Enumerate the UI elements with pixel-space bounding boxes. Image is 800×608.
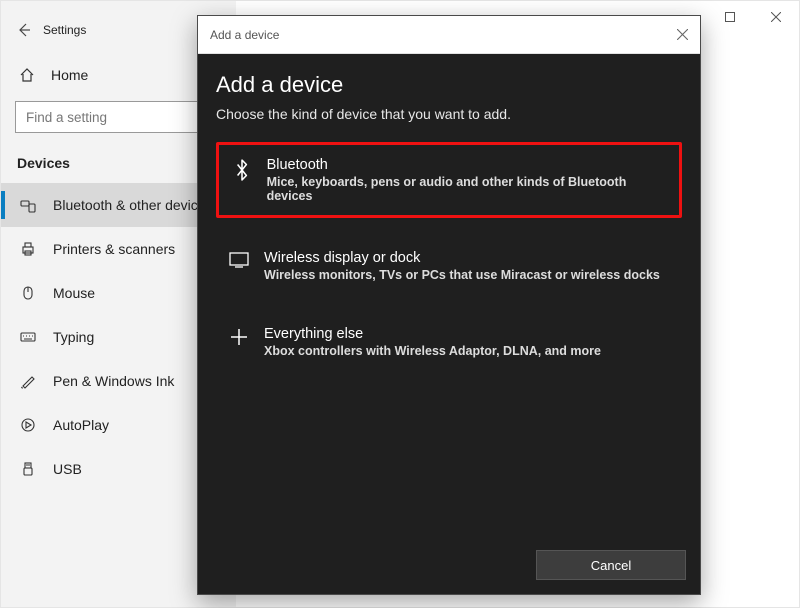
modal-heading: Add a device [216,72,682,98]
close-button[interactable] [753,1,799,33]
search-input[interactable] [15,101,222,133]
option-desc: Wireless monitors, TVs or PCs that use M… [264,268,660,282]
option-title: Wireless display or dock [264,250,660,266]
keyboard-icon [17,329,39,345]
sidebar-item-label: Typing [53,329,94,345]
option-everything-else[interactable]: Everything else Xbox controllers with Wi… [216,314,682,370]
usb-icon [17,461,39,477]
printer-icon [17,241,39,257]
pen-icon [17,373,39,389]
sidebar-item-label: Printers & scanners [53,241,175,257]
back-button[interactable] [11,17,37,43]
modal-subtitle: Choose the kind of device that you want … [216,106,682,122]
add-device-modal: Add a device Add a device Choose the kin… [197,15,701,595]
mouse-icon [17,285,39,301]
option-desc: Mice, keyboards, pens or audio and other… [267,175,669,203]
cancel-button[interactable]: Cancel [536,550,686,580]
option-desc: Xbox controllers with Wireless Adaptor, … [264,344,601,358]
option-wireless-display[interactable]: Wireless display or dock Wireless monito… [216,238,682,294]
sidebar-item-label: Bluetooth & other devices [53,197,213,213]
sidebar-item-label: AutoPlay [53,417,109,433]
maximize-button[interactable] [707,1,753,33]
modal-titlebar-text: Add a device [210,28,279,42]
bluetooth-icon [229,157,255,181]
sidebar-item-label: USB [53,461,82,477]
modal-body: Add a device Choose the kind of device t… [198,54,700,370]
option-title: Everything else [264,326,601,342]
autoplay-icon [17,417,39,433]
modal-footer: Cancel [198,536,700,594]
home-label: Home [51,67,88,83]
modal-close-button[interactable] [670,23,694,47]
settings-window: Settings Home Devices Bluetooth & oth [0,0,800,608]
bluetooth-devices-icon [17,197,39,213]
sidebar-item-label: Pen & Windows Ink [53,373,174,389]
window-title: Settings [43,23,86,37]
modal-titlebar: Add a device [198,16,700,54]
sidebar-item-label: Mouse [53,285,95,301]
plus-icon [226,326,252,346]
home-icon [17,67,37,83]
option-title: Bluetooth [267,157,669,173]
option-bluetooth[interactable]: Bluetooth Mice, keyboards, pens or audio… [216,142,682,218]
display-icon [226,250,252,268]
